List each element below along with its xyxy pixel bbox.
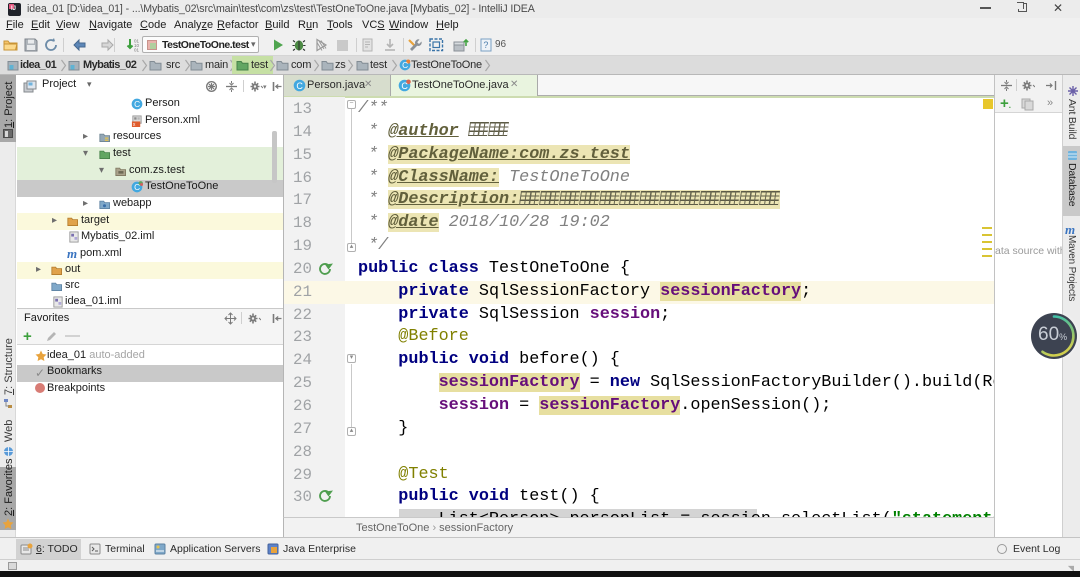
svg-text:C: C [401, 81, 408, 91]
svg-text:C: C [134, 99, 140, 109]
svg-text:01: 01 [134, 48, 140, 53]
svg-text:C: C [402, 60, 408, 70]
svg-text:?: ? [483, 40, 488, 50]
svg-text:C: C [296, 81, 303, 91]
svg-text:C: C [134, 182, 140, 192]
